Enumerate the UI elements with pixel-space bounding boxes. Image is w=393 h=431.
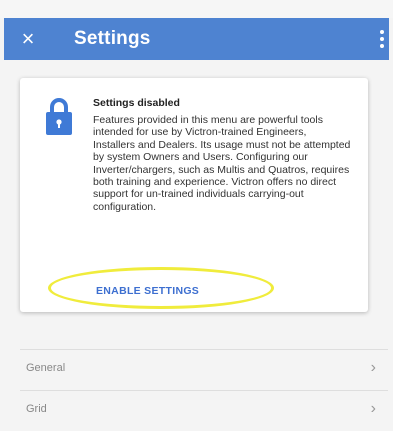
more-vertical-icon[interactable] [377,27,387,51]
notice-body: Features provided in this menu are power… [93,114,351,213]
status-strip [0,0,393,18]
settings-disabled-card: Settings disabled Features provided in t… [20,78,368,312]
menu-item-grid[interactable]: Grid › [20,390,388,431]
enable-settings-button[interactable]: ENABLE SETTINGS [96,285,199,297]
menu-item-label: General [26,362,66,374]
menu-item-label: Grid [26,403,47,415]
page-title: Settings [74,28,151,49]
chevron-right-icon: › [370,359,376,376]
app-bar: × Settings [4,18,389,60]
lock-icon [46,98,72,135]
notice-title: Settings disabled [93,97,180,109]
menu-item-general[interactable]: General › [20,349,388,390]
chevron-right-icon: › [370,400,376,417]
close-icon[interactable]: × [16,27,40,51]
